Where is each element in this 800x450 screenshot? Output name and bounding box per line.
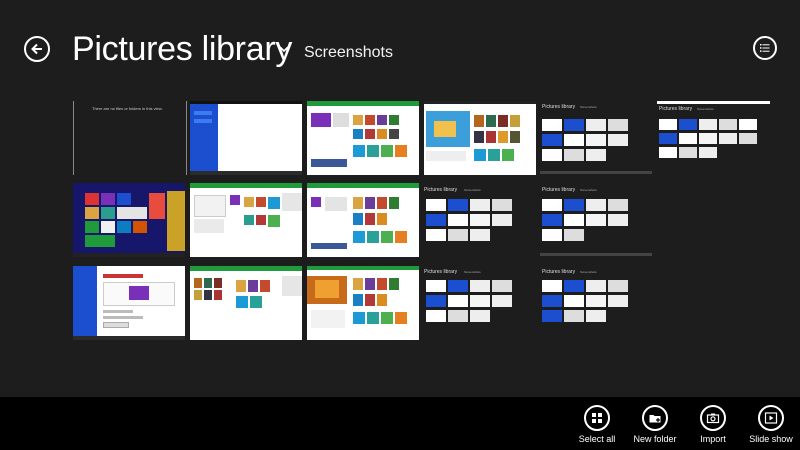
thumbnail-empty-folder[interactable]: There are no files or folders in this vi… xyxy=(73,101,187,175)
thumbnail-store-4[interactable] xyxy=(307,183,419,257)
thumbnail-settings-dialog[interactable] xyxy=(73,266,185,340)
thumbnail-library-view-3[interactable]: Pictures library Screenshots xyxy=(424,183,536,257)
list-view-icon xyxy=(760,44,770,52)
thumbnail-caption: There are no files or folders in this vi… xyxy=(92,106,163,111)
camera-import-icon xyxy=(706,413,720,424)
thumbnail-store-1[interactable] xyxy=(307,101,419,175)
folder-subtitle: Screenshots xyxy=(304,44,393,61)
thumbnail-start-side[interactable] xyxy=(190,101,302,175)
thumbnail-start-screen[interactable] xyxy=(73,183,185,257)
chevron-down-icon[interactable] xyxy=(278,44,290,54)
folder-add-icon xyxy=(649,415,661,423)
thumbnail-caption: Pictures library xyxy=(542,187,576,193)
thumbnail-store-6[interactable] xyxy=(307,266,419,340)
thumbnail-caption: Pictures library xyxy=(424,187,458,193)
thumbnail-library-view-5[interactable]: Pictures library Screenshots xyxy=(424,266,536,340)
thumbnail-store-3[interactable] xyxy=(190,183,302,257)
view-options-button[interactable] xyxy=(753,36,777,60)
grid-icon xyxy=(592,413,602,423)
back-arrow-icon xyxy=(31,43,42,55)
thumbnail-library-view-4[interactable]: Pictures library Screenshots xyxy=(540,183,652,257)
thumbnail-caption: Pictures library xyxy=(659,106,693,112)
slide-show-button[interactable]: Slide show xyxy=(736,405,800,445)
thumbnail-caption: Pictures library xyxy=(424,269,458,275)
slide-show-label: Slide show xyxy=(749,434,793,444)
thumbnail-library-view-6[interactable]: Pictures library Screenshots xyxy=(540,266,652,340)
thumbnail-store-5[interactable] xyxy=(190,266,302,340)
back-button[interactable] xyxy=(24,36,50,62)
thumbnail-library-view-1[interactable]: Pictures library Screenshots xyxy=(540,101,652,175)
page-title: Pictures library xyxy=(72,30,293,68)
thumbnail-caption: Pictures library xyxy=(542,104,576,110)
thumbnail-library-view-2[interactable]: Pictures library Screenshots xyxy=(657,101,770,175)
thumbnail-caption: Pictures library xyxy=(542,269,576,275)
thumbnail-store-2[interactable] xyxy=(424,101,536,175)
play-icon xyxy=(764,412,778,424)
